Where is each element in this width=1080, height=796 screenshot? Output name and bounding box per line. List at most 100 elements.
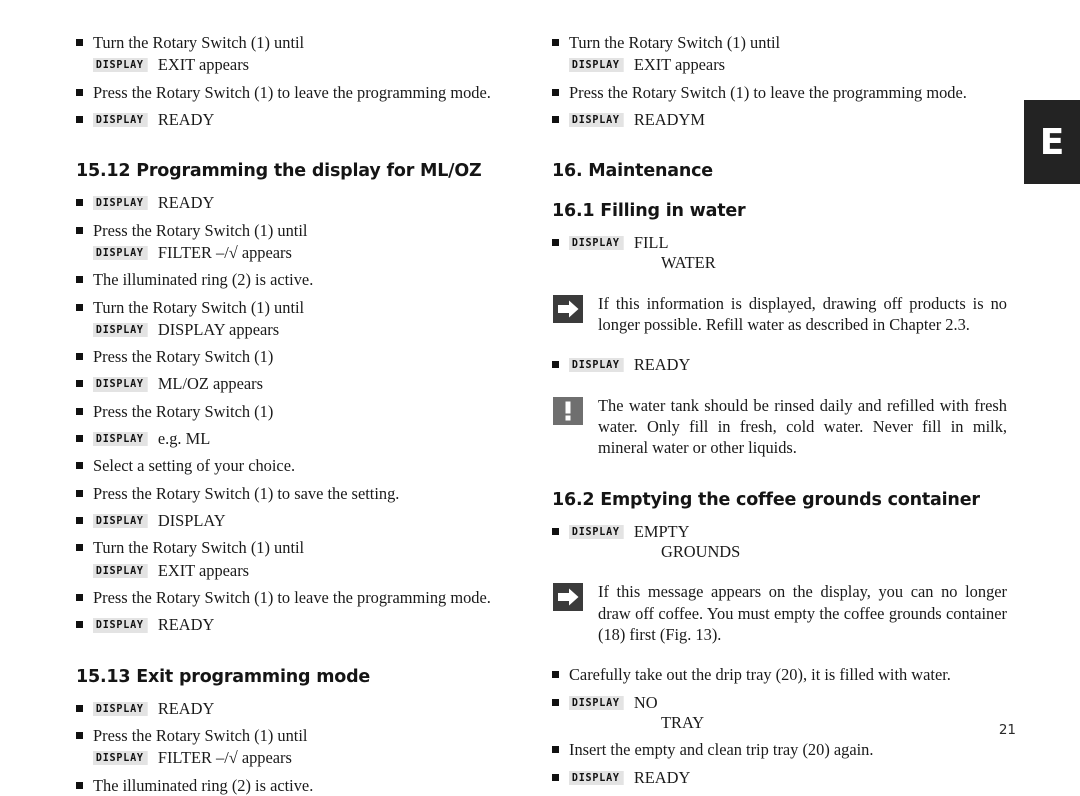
display-tag: DISPLAY xyxy=(93,563,148,578)
square-bullet-icon xyxy=(76,353,83,361)
list-item: DISPLAY DISPLAY xyxy=(76,510,531,531)
instruction-text: Press the Rotary Switch (1) xyxy=(93,401,274,421)
edge-tab-language: E xyxy=(1024,100,1080,184)
list-item: Press the Rotary Switch (1) until xyxy=(76,725,531,746)
display-tag: DISPLAY xyxy=(93,58,148,73)
display-value: DISPLAY appears xyxy=(157,319,280,339)
square-bullet-icon xyxy=(76,544,83,552)
square-bullet-icon xyxy=(76,380,83,388)
square-bullet-icon xyxy=(552,671,559,679)
square-bullet-icon xyxy=(76,88,83,96)
display-subline: DISPLAY EXIT appears xyxy=(552,54,1007,75)
display-tag: DISPLAY xyxy=(93,377,148,392)
instruction-text: Turn the Rotary Switch (1) until xyxy=(569,33,781,52)
square-bullet-icon xyxy=(76,594,83,602)
display-value: READY xyxy=(157,109,215,129)
square-bullet-icon xyxy=(552,746,559,754)
display-value: READY xyxy=(157,615,215,635)
manual-page: Turn the Rotary Switch (1) until DISPLAY… xyxy=(0,0,1080,795)
list-item: Press the Rotary Switch (1) xyxy=(76,401,531,422)
square-bullet-icon xyxy=(76,517,83,525)
square-bullet-icon xyxy=(76,435,83,443)
instruction-text: Turn the Rotary Switch (1) until xyxy=(93,538,305,558)
display-value: NO xyxy=(633,692,658,712)
list-item: DISPLAY EMPTY GROUNDS xyxy=(552,521,1007,563)
note-warning-water-tank: The water tank should be rinsed daily an… xyxy=(552,395,1007,459)
instruction-text: Press the Rotary Switch (1) until xyxy=(93,220,308,240)
display-tag: DISPLAY xyxy=(93,196,148,211)
display-value: ML/OZ appears xyxy=(157,374,263,394)
note-text: If this message appears on the display, … xyxy=(598,582,1007,644)
list-item: DISPLAY NO TRAY xyxy=(552,692,1007,734)
square-bullet-icon xyxy=(552,239,559,247)
list-item: Insert the empty and clean trip tray (20… xyxy=(552,739,1007,760)
display-value: FILTER –/√ appears xyxy=(157,242,292,262)
instruction-text: Press the Rotary Switch (1) to leave the… xyxy=(93,588,491,608)
display-value: EXIT appears xyxy=(157,560,250,580)
list-item: DISPLAY READY xyxy=(76,192,531,213)
square-bullet-icon xyxy=(76,704,83,712)
list-item: The illuminated ring (2) is active. xyxy=(76,775,531,796)
section-16-2-items: Carefully take out the drip tray (20), i… xyxy=(552,664,1007,788)
instruction-text: Press the Rotary Switch (1) until xyxy=(93,725,308,745)
square-bullet-icon xyxy=(552,773,559,781)
list-item: DISPLAY ML/OZ appears xyxy=(76,373,531,394)
display-tag: DISPLAY xyxy=(569,358,624,373)
display-value: READYM xyxy=(633,109,705,129)
square-bullet-icon xyxy=(76,226,83,234)
display-tag: DISPLAY xyxy=(569,695,624,710)
display-value-line2: TRAY xyxy=(661,712,705,732)
square-bullet-icon xyxy=(552,698,559,706)
display-value: READY xyxy=(633,767,691,787)
list-item: Select a setting of your choice. xyxy=(76,455,531,476)
display-subline: DISPLAY EXIT appears xyxy=(76,560,531,581)
section-heading-15-12: 15.12 Programming the display for ML/OZ xyxy=(76,161,482,182)
display-subline: DISPLAY EXIT appears xyxy=(76,54,531,75)
section-heading-15-13: 15.13 Exit programming mode xyxy=(76,666,371,687)
arrow-right-icon xyxy=(553,294,583,323)
display-value: EXIT appears xyxy=(633,55,726,75)
square-bullet-icon xyxy=(76,781,83,789)
display-tag: DISPLAY xyxy=(569,524,624,539)
list-item: Press the Rotary Switch (1) to save the … xyxy=(76,483,531,504)
display-tag: DISPLAY xyxy=(569,58,624,73)
list-item: Press the Rotary Switch (1) until xyxy=(76,220,531,241)
square-bullet-icon xyxy=(76,39,83,46)
instruction-text: Press the Rotary Switch (1) xyxy=(93,347,274,367)
list-item: Turn the Rotary Switch (1) until xyxy=(76,537,531,558)
note-text: If this information is displayed, drawin… xyxy=(598,293,1007,335)
note-arrow-grounds: If this message appears on the display, … xyxy=(552,581,1007,645)
section-heading-16-2: 16.2 Emptying the coffee grounds contain… xyxy=(552,489,980,510)
instruction-text: Turn the Rotary Switch (1) until xyxy=(93,297,305,317)
display-tag: DISPLAY xyxy=(93,701,148,716)
instruction-text: Select a setting of your choice. xyxy=(93,456,296,476)
display-tag: DISPLAY xyxy=(93,751,148,766)
arrow-right-icon xyxy=(553,583,583,612)
square-bullet-icon xyxy=(76,303,83,311)
display-value: FILL xyxy=(633,233,669,253)
right-column: Turn the Rotary Switch (1) until DISPLAY… xyxy=(552,32,1007,788)
instruction-text: The illuminated ring (2) is active. xyxy=(93,775,314,795)
square-bullet-icon xyxy=(76,199,83,207)
square-bullet-icon xyxy=(76,731,83,739)
display-tag: DISPLAY xyxy=(93,432,148,447)
list-item: Turn the Rotary Switch (1) until xyxy=(76,297,531,318)
display-tag: DISPLAY xyxy=(569,770,624,785)
exclamation-icon xyxy=(553,396,583,425)
instruction-text: The illuminated ring (2) is active. xyxy=(93,270,314,290)
instruction-text: Carefully take out the drip tray (20), i… xyxy=(569,665,951,685)
square-bullet-icon xyxy=(552,361,559,369)
list-item: The illuminated ring (2) is active. xyxy=(76,269,531,290)
list-item: Turn the Rotary Switch (1) until xyxy=(76,32,531,53)
instruction-text: Press the Rotary Switch (1) to leave the… xyxy=(569,82,967,102)
square-bullet-icon xyxy=(552,115,559,123)
list-item: Press the Rotary Switch (1) to leave the… xyxy=(552,82,1007,103)
instruction-text: Turn the Rotary Switch (1) until xyxy=(93,33,305,52)
list-item: DISPLAY READY xyxy=(552,354,1007,375)
display-tag: DISPLAY xyxy=(569,112,624,128)
square-bullet-icon xyxy=(76,115,83,123)
display-tag: DISPLAY xyxy=(93,112,148,128)
list-item: Turn the Rotary Switch (1) until xyxy=(552,32,1007,53)
list-item: Press the Rotary Switch (1) to leave the… xyxy=(76,587,531,608)
note-arrow-water: If this information is displayed, drawin… xyxy=(552,293,1007,336)
